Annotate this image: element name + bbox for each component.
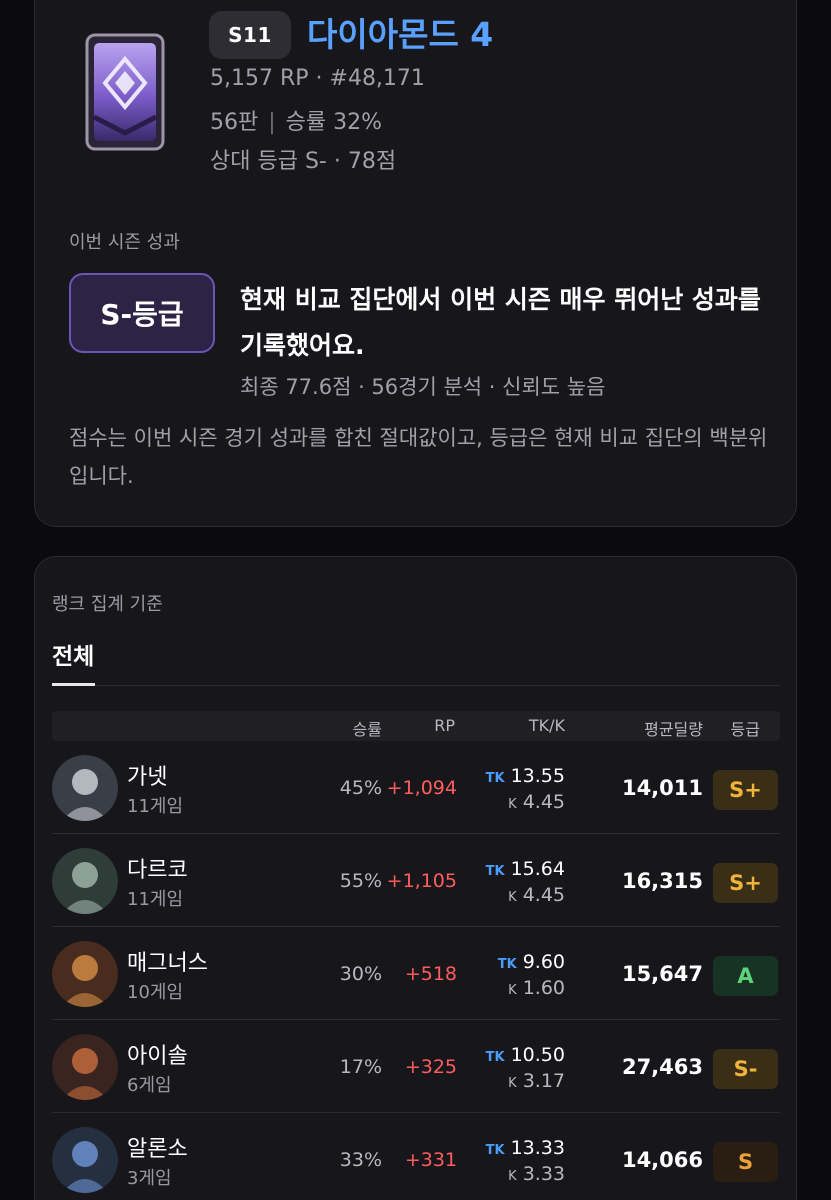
hero-k: K 3.17 <box>508 1070 565 1092</box>
header-grade: 등급 <box>730 720 760 739</box>
header-rp: RP <box>434 716 455 735</box>
hero-winrate: 30% <box>339 963 382 985</box>
tk-tag: TK <box>485 1143 505 1158</box>
tier-name: 다이아몬드 4 <box>307 15 494 54</box>
table-row[interactable]: 매그너스 10게임 30% +518 TK 9.60 K 1.60 15,647 A <box>52 927 780 1020</box>
hero-k: K 1.60 <box>508 977 565 999</box>
tk-tag: TK <box>485 771 505 786</box>
games-count: 56판 <box>210 110 259 135</box>
hero-name: 다르코 <box>127 858 188 883</box>
hero-winrate: 55% <box>339 870 382 892</box>
rank-stats-label: 랭크 집계 기준 <box>52 594 163 615</box>
table-row[interactable]: 아이솔 6게임 17% +325 TK 10.50 K 3.17 27,463 S- <box>52 1020 780 1113</box>
hero-winrate: 45% <box>339 777 382 799</box>
header-winrate: 승률 <box>352 720 382 739</box>
winrate-text: 승률 32% <box>285 110 383 135</box>
hero-k: K 4.45 <box>508 791 565 813</box>
alonso-portrait-icon <box>52 1127 118 1193</box>
hero-k: K 3.33 <box>508 1163 565 1185</box>
hero-name: 알론소 <box>127 1137 188 1162</box>
hero-rp-gain: +1,094 <box>386 777 457 799</box>
isol-portrait-icon <box>52 1034 118 1100</box>
diamond-rank-emblem-icon <box>85 33 165 151</box>
hero-games: 11게임 <box>127 889 184 910</box>
tk-value: 15.64 <box>510 858 565 880</box>
hero-rp-gain: +331 <box>404 1149 457 1171</box>
tab-active-underline <box>52 683 95 686</box>
k-tag: K <box>508 890 517 905</box>
hero-grade-badge: S+ <box>713 770 778 810</box>
games-winrate-line: 56판 | 승률 32% <box>210 104 382 136</box>
header-tkk: TK/K <box>528 716 565 735</box>
k-tag: K <box>508 797 517 812</box>
hero-grade-badge: S <box>713 1142 778 1182</box>
table-header: 승률 RP TK/K 평균딜량 등급 <box>52 711 780 741</box>
tab-all[interactable]: 전체 <box>52 637 94 671</box>
header-avg-damage: 평균딜량 <box>644 720 703 739</box>
table-row[interactable]: 알론소 3게임 33% +331 TK 13.33 K 3.33 14,066 S <box>52 1113 780 1200</box>
hero-rp-gain: +1,105 <box>386 870 457 892</box>
hero-games: 10게임 <box>127 982 184 1003</box>
hero-games: 11게임 <box>127 796 184 817</box>
hero-name: 가넷 <box>127 765 168 790</box>
season-perf-label: 이번 시즌 성과 <box>69 232 180 253</box>
hero-avg-damage: 27,463 <box>621 1055 703 1079</box>
k-value: 4.45 <box>522 884 565 906</box>
hero-tk: TK 10.50 <box>486 1044 565 1066</box>
hero-avg-damage: 16,315 <box>621 869 703 893</box>
tab-divider <box>52 685 780 686</box>
magnus-portrait-icon <box>52 941 118 1007</box>
profile-card: S11 다이아몬드 4 5,157 RP · #48,171 56판 | 승률 32… <box>34 0 797 527</box>
season-grade-box: S-등급 <box>69 273 215 353</box>
score-note: 점수는 이번 시즌 경기 성과를 합친 절대값이고, 등급은 현재 비교 집단의… <box>69 426 768 488</box>
hero-name: 매그너스 <box>127 951 208 976</box>
tk-value: 10.50 <box>510 1044 565 1066</box>
hero-tk: TK 13.33 <box>486 1137 565 1159</box>
tk-value: 13.55 <box>510 765 565 787</box>
table-row[interactable]: 다르코 11게임 55% +1,105 TK 15.64 K 4.45 16,315… <box>52 834 780 927</box>
hero-tk: TK 15.64 <box>486 858 565 880</box>
tk-tag: TK <box>485 864 505 879</box>
season-perf-detail: 최종 77.6점 · 56경기 분석 · 신뢰도 높음 <box>240 375 606 399</box>
hero-tk: TK 13.55 <box>486 765 565 787</box>
k-tag: K <box>508 1169 517 1184</box>
season-badge: S11 <box>209 11 291 59</box>
relative-grade-line: 상대 등급 S- · 78점 <box>210 149 397 174</box>
hero-games: 3게임 <box>127 1168 172 1189</box>
hero-grade-badge: S- <box>713 1049 778 1089</box>
k-value: 3.33 <box>522 1163 565 1185</box>
darko-portrait-icon <box>52 848 118 914</box>
k-tag: K <box>508 983 517 998</box>
k-value: 1.60 <box>522 977 565 999</box>
hero-k: K 4.45 <box>508 884 565 906</box>
hero-avg-damage: 15,647 <box>621 962 703 986</box>
k-tag: K <box>508 1076 517 1091</box>
hero-games: 6게임 <box>127 1075 172 1096</box>
k-value: 4.45 <box>522 791 565 813</box>
tk-value: 13.33 <box>510 1137 565 1159</box>
divider: | <box>268 110 276 135</box>
rp-rank-line: 5,157 RP · #48,171 <box>210 66 425 91</box>
season-perf-headline: 현재 비교 집단에서 이번 시즌 매우 뛰어난 성과를 기록했어요. <box>240 285 761 360</box>
table-row[interactable]: 가넷 11게임 45% +1,094 TK 13.55 K 4.45 14,011 … <box>52 741 780 834</box>
hero-rp-gain: +325 <box>404 1056 457 1078</box>
hero-tk: TK 9.60 <box>498 951 565 973</box>
tk-tag: TK <box>485 1050 505 1065</box>
tk-tag: TK <box>497 957 517 972</box>
rank-stats-card: 랭크 집계 기준 전체 승률 RP TK/K 평균딜량 등급 가넷 11게임 4… <box>34 556 797 1200</box>
garnet-portrait-icon <box>52 755 118 821</box>
hero-table: 가넷 11게임 45% +1,094 TK 13.55 K 4.45 14,011 … <box>52 741 780 1200</box>
hero-name: 아이솔 <box>127 1044 188 1069</box>
hero-grade-badge: S+ <box>713 863 778 903</box>
k-value: 3.17 <box>522 1070 565 1092</box>
hero-rp-gain: +518 <box>404 963 457 985</box>
hero-winrate: 17% <box>339 1056 382 1078</box>
tk-value: 9.60 <box>522 951 565 973</box>
hero-grade-badge: A <box>713 956 778 996</box>
hero-avg-damage: 14,066 <box>621 1148 703 1172</box>
hero-winrate: 33% <box>339 1149 382 1171</box>
hero-avg-damage: 14,011 <box>621 776 703 800</box>
